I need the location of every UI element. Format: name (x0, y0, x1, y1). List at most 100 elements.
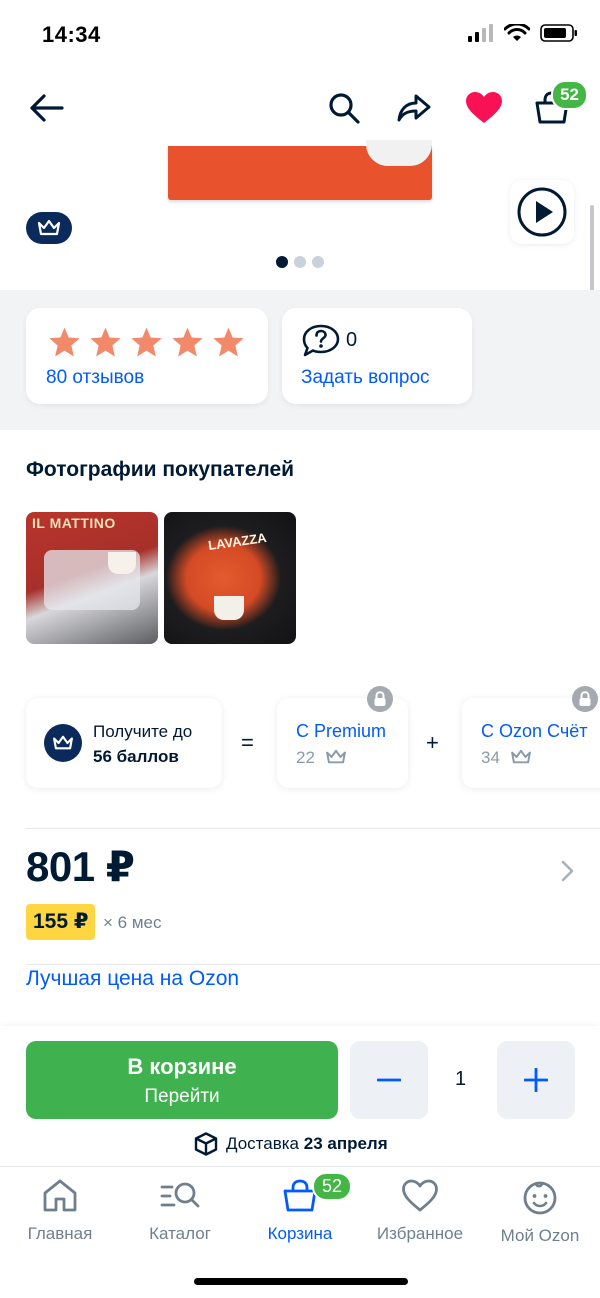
wifi-icon (504, 24, 530, 41)
tab-catalog-label: Каталог (149, 1224, 211, 1243)
tab-cart-badge: 52 (312, 1172, 353, 1201)
questions-count: 0 (346, 329, 358, 351)
status-bar: 14:34 (0, 0, 600, 70)
rating-stars (48, 326, 245, 358)
star-icon (49, 327, 80, 357)
crown-icon (37, 219, 61, 236)
heart-outline-icon (402, 1179, 438, 1212)
installment-period: × 6 мес (103, 913, 162, 932)
battery-icon (540, 24, 577, 42)
star-icon (131, 327, 162, 357)
ozon-account-title: С Ozon Счёт (481, 721, 588, 741)
product-price: 801 ₽ (26, 843, 135, 890)
questions-card[interactable]: 0 Задать вопрос (282, 308, 472, 404)
tab-home-label: Главная (27, 1224, 93, 1243)
quantity-decrease-button[interactable] (350, 1041, 428, 1119)
star-icon (172, 327, 203, 357)
home-icon (43, 1179, 77, 1212)
status-icons (468, 24, 578, 42)
points-row: Получите до 56 баллов = С Premium 22 + С… (0, 686, 600, 790)
share-icon (397, 94, 431, 122)
premium-badge (26, 212, 72, 244)
crown-icon (326, 749, 346, 764)
premium-points-card[interactable]: С Premium 22 (277, 686, 408, 788)
catalog-search-icon (160, 1182, 200, 1208)
lock-icon (374, 691, 386, 706)
points-total-card[interactable]: Получите до 56 баллов (26, 698, 222, 788)
delivery-date: 23 апреля (303, 1134, 388, 1153)
gallery-dots (276, 256, 324, 268)
minus-icon (377, 1078, 401, 1082)
scrollbar[interactable] (590, 205, 594, 300)
profile-face-icon (523, 1181, 557, 1215)
share-button[interactable] (392, 86, 436, 130)
tab-my-ozon[interactable]: Мой Ozon (480, 1179, 600, 1246)
points-badge (44, 724, 82, 762)
in-cart-label: В корзине (127, 1054, 237, 1079)
installment-price[interactable]: 155 ₽ (26, 904, 96, 940)
box-icon (194, 1132, 218, 1156)
quantity-increase-button[interactable] (497, 1041, 575, 1119)
photo-cup-shape (214, 596, 244, 620)
lock-badge (367, 686, 393, 712)
quantity-value: 1 (455, 1068, 467, 1090)
gallery-dot[interactable] (294, 256, 306, 268)
cart-button[interactable]: 52 (530, 80, 588, 130)
photo-brand-text: LAVAZZA (207, 529, 268, 554)
tab-favorites[interactable]: Избранное (360, 1179, 480, 1244)
ask-question-link[interactable]: Задать вопрос (301, 367, 430, 389)
lock-icon (579, 691, 591, 706)
in-cart-button[interactable]: В корзине Перейти (26, 1041, 338, 1119)
star-icon (90, 327, 121, 357)
cart-count-badge: 52 (551, 80, 588, 110)
star-icon (213, 327, 244, 357)
tab-favorites-label: Избранное (376, 1224, 464, 1243)
product-gallery[interactable] (0, 140, 600, 290)
home-indicator (194, 1278, 408, 1285)
play-video-button[interactable] (510, 180, 574, 244)
add-to-cart-panel: В корзине Перейти 1 Доставка 23 апреля (0, 1026, 600, 1166)
tab-my-ozon-label: Мой Ozon (500, 1226, 580, 1245)
search-button[interactable] (322, 86, 366, 130)
best-price-link[interactable]: Лучшая цена на Ozon (26, 967, 239, 991)
back-button[interactable] (24, 86, 68, 130)
reviews-card[interactable]: 80 отзывов (26, 308, 268, 404)
crown-icon (511, 749, 531, 764)
arrow-left-icon (30, 94, 64, 122)
delivery-label: Доставка (226, 1134, 304, 1153)
tab-cart[interactable]: 52 Корзина (240, 1172, 360, 1244)
divider (26, 828, 600, 829)
reviews-link[interactable]: 80 отзывов (46, 367, 144, 389)
tab-cart-label: Корзина (267, 1224, 333, 1243)
favorite-button[interactable] (462, 86, 506, 130)
points-line-1: Получите до (93, 722, 193, 741)
top-nav: 52 (0, 78, 600, 140)
plus-sign: + (426, 730, 439, 755)
heart-icon (466, 92, 502, 123)
photo-package-text: IL MATTINO (32, 515, 116, 531)
status-time: 14:34 (42, 22, 101, 47)
question-bubble-icon (302, 324, 340, 357)
points-line-2: 56 баллов (93, 747, 179, 766)
ozon-account-points-card[interactable]: С Ozon Счёт 34 (462, 686, 600, 788)
ozon-account-points: 34 (481, 748, 500, 767)
equals-sign: = (241, 730, 254, 755)
tab-home[interactable]: Главная (0, 1179, 120, 1244)
search-icon (329, 93, 360, 124)
gallery-dot[interactable] (276, 256, 288, 268)
rating-section: 80 отзывов 0 Задать вопрос (0, 290, 600, 430)
tab-catalog[interactable]: Каталог (120, 1179, 240, 1244)
photo-cup-shape (108, 552, 136, 574)
chevron-right-icon[interactable] (560, 860, 576, 882)
premium-title: С Premium (296, 721, 387, 741)
customer-photo[interactable]: LAVAZZA (164, 512, 296, 644)
customer-photo[interactable]: IL MATTINO (26, 512, 158, 644)
signal-icon (468, 24, 493, 42)
delivery-info: Доставка 23 апреля (194, 1132, 388, 1156)
plus-icon (524, 1068, 548, 1092)
divider (26, 964, 600, 965)
gallery-dot[interactable] (312, 256, 324, 268)
lock-badge (572, 686, 598, 712)
premium-points: 22 (296, 748, 315, 767)
go-to-cart-label: Перейти (144, 1086, 220, 1107)
